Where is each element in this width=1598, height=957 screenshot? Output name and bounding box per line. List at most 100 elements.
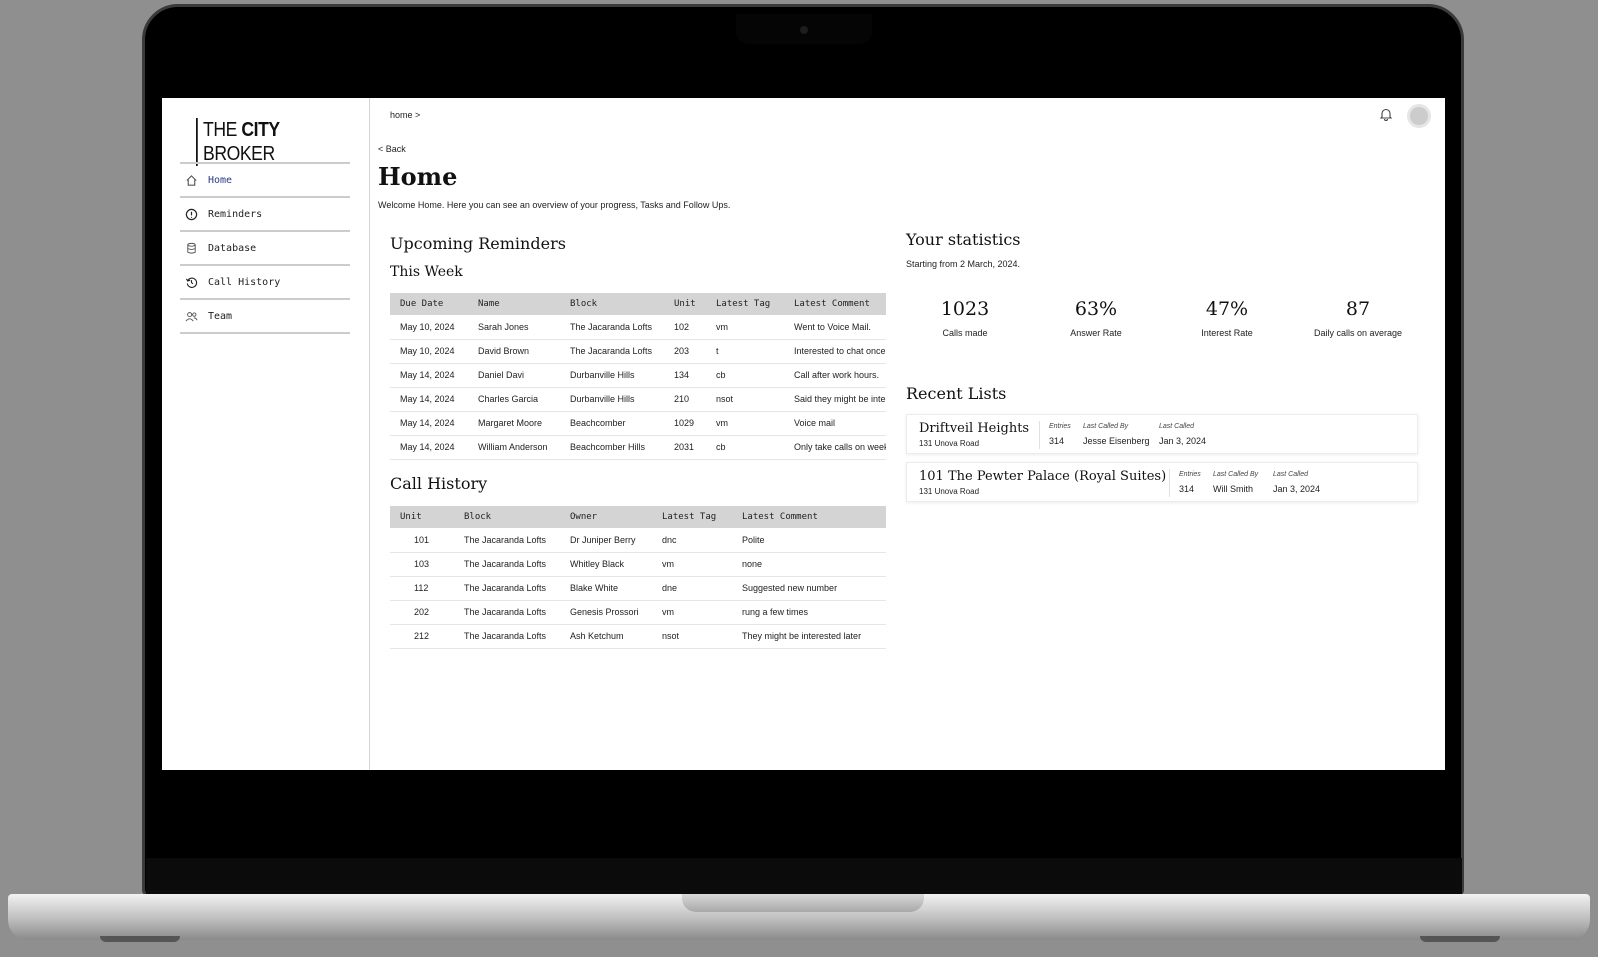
table-row[interactable]: 212 The Jacaranda Lofts Ash Ketchum nsot The… <box>390 624 886 649</box>
table-cell: vm <box>652 552 732 577</box>
table-cell: May 14, 2024 <box>390 411 468 436</box>
avatar[interactable] <box>1407 104 1431 128</box>
sidebar-item-database[interactable]: Database <box>180 232 350 266</box>
stat-label: Daily calls on average <box>1313 328 1403 338</box>
table-row[interactable]: 101 The Jacaranda Lofts Dr Juniper Berry dn… <box>390 528 886 553</box>
statistics-heading: Your statistics <box>906 230 1021 249</box>
recent-list-card[interactable]: 101 The Pewter Palace (Royal Suites) 131… <box>906 462 1418 502</box>
sidebar-item-home[interactable]: Home <box>180 164 350 198</box>
table-cell: dnc <box>652 528 732 553</box>
stat-label: Interest Rate <box>1201 328 1253 338</box>
alert-circle-icon <box>184 207 198 221</box>
stat-answer-rate: 63% Answer Rate <box>1031 298 1161 338</box>
table-cell: 210 <box>664 387 706 412</box>
sidebar-item-team[interactable]: Team <box>180 300 350 334</box>
laptop-chin <box>146 858 1462 894</box>
table-cell: Voice mail <box>784 411 886 436</box>
table-row[interactable]: May 10, 2024 Sarah Jones The Jacaranda Lof… <box>390 315 886 340</box>
column-header[interactable]: Block <box>560 293 664 315</box>
recent-list-card[interactable]: Driftveil Heights 131 Unova Road Entries… <box>906 414 1418 454</box>
table-cell: May 14, 2024 <box>390 435 468 460</box>
entries-value: 314 <box>1049 436 1065 446</box>
table-cell: May 10, 2024 <box>390 339 468 364</box>
table-cell: The Jacaranda Lofts <box>454 552 560 577</box>
table-cell: Genesis Prossori <box>560 600 652 625</box>
table-cell: vm <box>706 411 784 436</box>
table-cell: nsot <box>706 387 784 412</box>
reminders-table: Due Date Name Block Unit Latest Tag Latest Co… <box>390 293 886 460</box>
camera-icon <box>800 26 808 34</box>
statistics-since: Starting from 2 March, 2024. <box>906 259 1021 269</box>
stat-value: 47% <box>1205 298 1249 320</box>
sidebar-item-label: Database <box>208 242 257 254</box>
reminders-subheading: This Week <box>390 264 463 280</box>
table-row[interactable]: 202 The Jacaranda Lofts Genesis Prossori vm… <box>390 600 886 625</box>
column-header[interactable]: Block <box>454 506 560 528</box>
sidebar-item-call-history[interactable]: Call History <box>180 266 350 300</box>
column-header[interactable]: Latest Comment <box>784 293 886 315</box>
brand-logo[interactable]: THE CITY BROKER <box>196 118 348 166</box>
reminders-table-wrap: Due Date Name Block Unit Latest Tag Latest Co… <box>390 293 886 463</box>
table-cell: 1029 <box>664 411 706 436</box>
stat-value: 87 <box>1345 298 1371 320</box>
breadcrumb[interactable]: home > <box>390 110 420 120</box>
database-icon <box>184 241 198 255</box>
table-cell: 202 <box>390 600 454 625</box>
laptop-base-notch <box>682 894 924 912</box>
reminders-heading: Upcoming Reminders <box>390 234 566 253</box>
back-link[interactable]: < Back <box>378 144 406 154</box>
table-row[interactable]: May 14, 2024 Charles Garcia Durbanville Hi… <box>390 387 886 412</box>
table-cell: nsot <box>652 624 732 649</box>
stat-calls-made: 1023 Calls made <box>900 298 1030 338</box>
table-cell: Suggested new number <box>732 576 886 601</box>
table-row[interactable]: May 14, 2024 Margaret Moore Beachcomber 102… <box>390 411 886 436</box>
table-cell: Ash Ketchum <box>560 624 652 649</box>
column-header[interactable]: Name <box>468 293 560 315</box>
team-icon <box>184 309 198 323</box>
sidebar-item-label: Home <box>208 174 233 186</box>
table-cell: Sarah Jones <box>468 315 560 340</box>
table-cell: The Jacaranda Lofts <box>560 315 664 340</box>
main-content: home > < Back Home Welcome Home. Here yo… <box>370 98 1445 770</box>
bell-icon[interactable] <box>1379 107 1393 126</box>
column-header[interactable]: Latest Tag <box>706 293 784 315</box>
top-icons <box>1379 104 1431 128</box>
table-cell: cb <box>706 363 784 388</box>
column-header[interactable]: Unit <box>390 506 454 528</box>
entries-value: 314 <box>1179 484 1195 494</box>
sidebar-item-reminders[interactable]: Reminders <box>180 198 350 232</box>
table-cell: Beachcomber <box>560 411 664 436</box>
table-row[interactable]: 103 The Jacaranda Lofts Whitley Black vm non… <box>390 552 886 577</box>
table-cell: vm <box>652 600 732 625</box>
table-cell: Polite <box>732 528 886 553</box>
screen: THE CITY BROKER Home Reminders Database … <box>162 98 1445 770</box>
table-cell: They might be interested later <box>732 624 886 649</box>
table-cell: t <box>706 339 784 364</box>
table-cell: David Brown <box>468 339 560 364</box>
table-cell: Durbanville Hills <box>560 363 664 388</box>
stat-label: Answer Rate <box>1070 328 1122 338</box>
stat-interest-rate: 47% Interest Rate <box>1162 298 1292 338</box>
table-row[interactable]: May 14, 2024 Daniel Davi Durbanville Hills… <box>390 363 886 388</box>
column-header[interactable]: Due Date <box>390 293 468 315</box>
laptop-foot-right <box>1420 936 1500 942</box>
sidebar-item-label: Call History <box>208 276 281 288</box>
table-cell: Blake White <box>560 576 652 601</box>
sidebar: THE CITY BROKER Home Reminders Database … <box>162 98 370 770</box>
column-header[interactable]: Latest Comment <box>732 506 886 528</box>
stat-label: Calls made <box>942 328 988 338</box>
divider <box>1039 421 1040 449</box>
stat-daily-calls: 87 Daily calls on average <box>1293 298 1423 338</box>
table-cell: 102 <box>664 315 706 340</box>
table-row[interactable]: May 14, 2024 William Anderson Beachcomber … <box>390 435 886 460</box>
column-header[interactable]: Latest Tag <box>652 506 732 528</box>
sidebar-item-label: Reminders <box>208 208 263 220</box>
list-address: 131 Unova Road <box>919 487 980 496</box>
table-row[interactable]: May 10, 2024 David Brown The Jacaranda Lof… <box>390 339 886 364</box>
divider <box>1169 469 1170 497</box>
column-header[interactable]: Owner <box>560 506 652 528</box>
table-cell: The Jacaranda Lofts <box>454 624 560 649</box>
table-cell: 103 <box>390 552 454 577</box>
column-header[interactable]: Unit <box>664 293 706 315</box>
table-row[interactable]: 112 The Jacaranda Lofts Blake White dne Sugg… <box>390 576 886 601</box>
